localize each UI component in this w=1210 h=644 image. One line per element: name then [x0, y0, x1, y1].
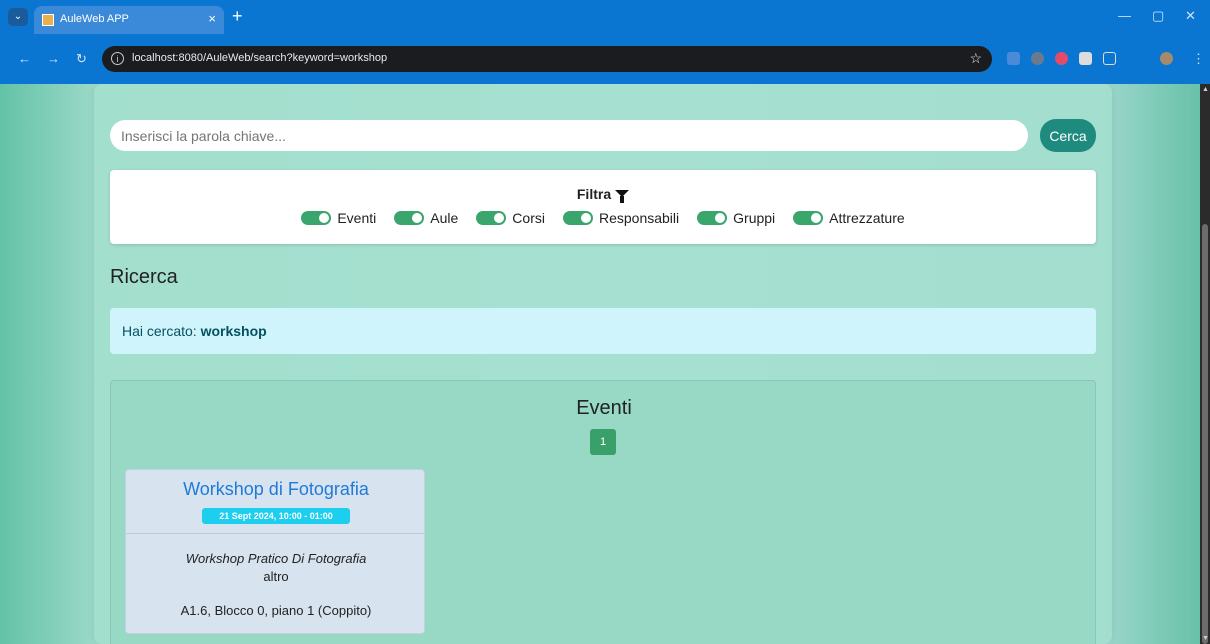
back-icon[interactable]: ←: [18, 51, 31, 66]
switch-icon[interactable]: [562, 211, 593, 225]
alert-text: Hai cercato: workshop: [122, 323, 267, 339]
event-subtitle: Workshop Pratico Di Fotografia: [185, 551, 367, 566]
pagination-page-1[interactable]: 1: [590, 429, 616, 455]
tab-close-icon[interactable]: ×: [208, 11, 216, 26]
browser-tab[interactable]: AuleWeb APP ×: [34, 6, 224, 34]
event-date-badge: 21 Sept 2024, 10:00 - 01:00: [202, 508, 350, 524]
puzzle-icon[interactable]: [1103, 52, 1116, 65]
site-info-icon[interactable]: i: [111, 52, 124, 65]
event-title-link[interactable]: Workshop di Fotografia: [126, 479, 426, 500]
event-location: A1.6, Blocco 0, piano 1 (Coppito): [180, 603, 372, 618]
scroll-up-icon[interactable]: ▲: [1202, 86, 1209, 93]
toggle-label: Eventi: [337, 210, 377, 226]
scroll-down-icon[interactable]: ▼: [1202, 635, 1209, 642]
event-card: Workshop di Fotografia 21 Sept 2024, 10:…: [125, 469, 425, 634]
switch-icon[interactable]: [301, 211, 332, 225]
switch-icon[interactable]: [793, 211, 824, 225]
events-panel: Eventi 1 Workshop di Fotografia 21 Sept …: [110, 380, 1096, 644]
filter-toggles: Eventi Aule Corsi Responsabili Gruppi At…: [110, 210, 1096, 226]
event-type: altro: [263, 569, 289, 584]
shield-icon[interactable]: [1031, 52, 1044, 65]
minimize-icon[interactable]: —: [1118, 8, 1131, 23]
switch-icon[interactable]: [394, 211, 425, 225]
blocker-icon[interactable]: [1055, 52, 1068, 65]
extension-icon[interactable]: [1007, 52, 1020, 65]
toggle-responsabili[interactable]: Responsabili: [562, 210, 680, 226]
event-divider: [126, 533, 424, 534]
toggle-label: Responsabili: [598, 210, 680, 226]
reader-icon[interactable]: [1079, 52, 1092, 65]
toggle-attrezzature[interactable]: Attrezzature: [793, 210, 905, 226]
filter-title: Filtra: [110, 186, 1096, 203]
events-title: Eventi: [576, 397, 632, 419]
new-tab-icon[interactable]: +: [232, 7, 243, 25]
window-close-icon[interactable]: ✕: [1185, 8, 1196, 24]
switch-icon[interactable]: [476, 211, 507, 225]
toggle-eventi[interactable]: Eventi: [301, 210, 376, 226]
search-button[interactable]: Cerca: [1040, 119, 1096, 152]
toggle-aule[interactable]: Aule: [394, 210, 458, 226]
toggle-label: Aule: [430, 210, 459, 226]
toggle-label: Attrezzature: [829, 210, 905, 226]
search-alert: Hai cercato: workshop: [110, 308, 1096, 354]
reload-icon[interactable]: ↻: [76, 51, 87, 67]
page-title: Ricerca: [110, 266, 178, 288]
address-bar[interactable]: i localhost:8080/AuleWeb/search?keyword=…: [102, 46, 992, 72]
restore-icon[interactable]: ▢: [1152, 8, 1164, 24]
toggle-gruppi[interactable]: Gruppi: [697, 210, 775, 226]
alert-prefix: Hai cercato:: [122, 323, 201, 339]
tab-title: AuleWeb APP: [60, 13, 129, 25]
browser-tab-bar: ⌄ AuleWeb APP × + — ▢ ✕: [0, 0, 1210, 34]
avatar[interactable]: [1160, 52, 1173, 65]
switch-icon[interactable]: [697, 211, 728, 225]
forward-icon[interactable]: →: [47, 51, 60, 66]
toggle-label: Gruppi: [733, 210, 776, 226]
main-container: Cerca Filtra Eventi Aule Corsi: [94, 84, 1112, 644]
filter-card: Filtra Eventi Aule Corsi Responsabili Gr…: [110, 170, 1096, 244]
url-text: localhost:8080/AuleWeb/search?keyword=wo…: [132, 52, 388, 64]
menu-dots-icon[interactable]: ⋮: [1192, 51, 1205, 67]
page-scrollbar[interactable]: ▲ ▼: [1200, 84, 1210, 644]
scroll-thumb[interactable]: [1202, 224, 1208, 644]
favicon-icon: [42, 14, 54, 26]
alert-keyword: workshop: [200, 323, 267, 339]
toggle-corsi[interactable]: Corsi: [476, 210, 545, 226]
toggle-label: Corsi: [512, 210, 545, 226]
tab-search-icon[interactable]: ⌄: [8, 8, 28, 26]
search-input[interactable]: [110, 120, 1028, 151]
page-viewport: Cerca Filtra Eventi Aule Corsi: [0, 84, 1200, 644]
bookmark-star-icon[interactable]: ☆: [969, 50, 982, 67]
filter-funnel-icon: [615, 189, 630, 203]
filter-title-text: Filtra: [576, 186, 612, 202]
browser-toolbar: ← → ↻ i localhost:8080/AuleWeb/search?ke…: [0, 34, 1210, 84]
